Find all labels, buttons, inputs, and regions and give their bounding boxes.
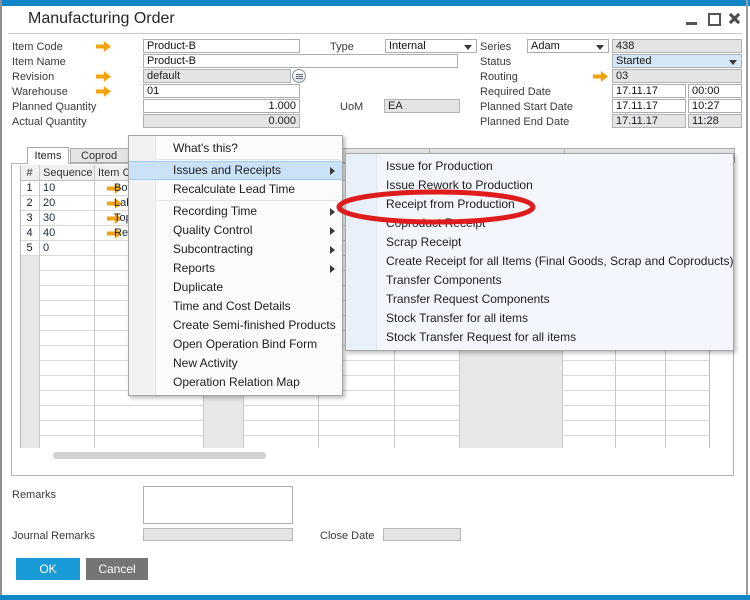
item-code-label: Item Code bbox=[12, 41, 63, 53]
red-circle-annotation bbox=[336, 189, 536, 225]
menu-item-issues-and-receipts[interactable]: Issues and Receipts bbox=[129, 161, 342, 180]
routing-link-arrow-icon[interactable] bbox=[593, 71, 608, 82]
revision-link-arrow-icon[interactable] bbox=[96, 71, 111, 82]
planned-end-date-field: 17.11.17 bbox=[612, 114, 686, 128]
context-menu: What's this? Issues and Receipts Recalcu… bbox=[128, 135, 343, 396]
submenu-arrow-icon bbox=[330, 246, 335, 254]
required-time-field[interactable]: 00:00 bbox=[688, 84, 742, 98]
menu-item-time-and-cost-details[interactable]: Time and Cost Details bbox=[129, 297, 342, 316]
status-label: Status bbox=[480, 56, 512, 68]
maximize-icon[interactable] bbox=[708, 13, 721, 26]
journal-remarks-label: Journal Remarks bbox=[12, 530, 96, 542]
revision-label: Revision bbox=[12, 71, 55, 83]
dropdown-caret-icon bbox=[729, 60, 737, 65]
minimize-icon[interactable] bbox=[686, 22, 697, 25]
close-icon[interactable] bbox=[728, 12, 741, 25]
submenu-arrow-icon bbox=[330, 167, 335, 175]
menu-item-recording-time[interactable]: Recording Time bbox=[129, 202, 342, 221]
submenu-arrow-icon bbox=[330, 265, 335, 273]
planned-start-time-field[interactable]: 10:27 bbox=[688, 99, 742, 113]
issues-and-receipts-submenu: Issue for Production Issue Rework to Pro… bbox=[345, 153, 734, 351]
uom-label: UoM bbox=[340, 101, 364, 113]
choose-from-list-icon[interactable] bbox=[292, 69, 306, 83]
submenu-item-issue-for-production[interactable]: Issue for Production bbox=[346, 157, 733, 176]
submenu-arrow-icon bbox=[330, 227, 335, 235]
planned-quantity-label: Planned Quantity bbox=[12, 101, 97, 113]
required-date-field[interactable]: 17.11.17 bbox=[612, 84, 686, 98]
titlebar-divider bbox=[8, 33, 742, 34]
submenu-item-create-receipt-for-all-items[interactable]: Create Receipt for all Items (Final Good… bbox=[346, 252, 733, 271]
menu-separator bbox=[159, 159, 339, 160]
grid-header-sequence: Sequence bbox=[43, 167, 93, 179]
series-dropdown[interactable]: Adam bbox=[527, 39, 609, 53]
series-label: Series bbox=[480, 41, 512, 53]
planned-quantity-field[interactable]: 1.000 bbox=[143, 99, 300, 113]
window-accent-bar-bottom bbox=[0, 595, 750, 600]
warehouse-field[interactable]: 01 bbox=[143, 84, 300, 98]
planned-end-time-field: 11:28 bbox=[688, 114, 742, 128]
menu-item-create-semi-finished-products[interactable]: Create Semi-finished Products bbox=[129, 316, 342, 335]
type-label: Type bbox=[330, 41, 354, 53]
item-name-field[interactable]: Product-B bbox=[143, 54, 458, 68]
window-title: Manufacturing Order bbox=[28, 10, 175, 27]
tab-items[interactable]: Items bbox=[27, 147, 69, 164]
tab-coproducts[interactable]: Coprod bbox=[81, 150, 117, 163]
window-border-left bbox=[0, 0, 2, 600]
revision-field[interactable]: default bbox=[143, 69, 291, 83]
menu-item-operation-relation-map[interactable]: Operation Relation Map bbox=[129, 373, 342, 392]
routing-field[interactable]: 03 bbox=[612, 69, 742, 83]
menu-item-whats-this[interactable]: What's this? bbox=[129, 139, 342, 158]
menu-item-recalculate-lead-time[interactable]: Recalculate Lead Time bbox=[129, 180, 342, 199]
menu-item-new-activity[interactable]: New Activity bbox=[129, 354, 342, 373]
dropdown-caret-icon bbox=[464, 45, 472, 50]
status-dropdown[interactable]: Started bbox=[612, 54, 742, 68]
submenu-item-transfer-components[interactable]: Transfer Components bbox=[346, 271, 733, 290]
window-border-right bbox=[746, 0, 748, 600]
window-accent-bar-top bbox=[0, 0, 750, 6]
required-date-label: Required Date bbox=[480, 86, 551, 98]
submenu-item-scrap-receipt[interactable]: Scrap Receipt bbox=[346, 233, 733, 252]
planned-start-date-field[interactable]: 17.11.17 bbox=[612, 99, 686, 113]
warehouse-link-arrow-icon[interactable] bbox=[96, 86, 111, 97]
uom-field: EA bbox=[384, 99, 460, 113]
horizontal-scrollbar[interactable] bbox=[53, 452, 266, 459]
menu-item-open-operation-bind-form[interactable]: Open Operation Bind Form bbox=[129, 335, 342, 354]
submenu-item-transfer-request-components[interactable]: Transfer Request Components bbox=[346, 290, 733, 309]
cancel-button[interactable]: Cancel bbox=[86, 558, 148, 580]
grid-header-num: # bbox=[26, 167, 33, 179]
item-name-label: Item Name bbox=[12, 56, 66, 68]
ok-button[interactable]: OK bbox=[16, 558, 80, 580]
menu-item-reports[interactable]: Reports bbox=[129, 259, 342, 278]
close-date-label: Close Date bbox=[320, 530, 375, 542]
item-code-field[interactable]: Product-B bbox=[143, 39, 300, 53]
menu-separator bbox=[159, 200, 339, 201]
remarks-label: Remarks bbox=[12, 489, 57, 501]
menu-item-duplicate[interactable]: Duplicate bbox=[129, 278, 342, 297]
routing-label: Routing bbox=[480, 71, 518, 83]
item-code-link-arrow-icon[interactable] bbox=[96, 41, 111, 52]
menu-item-quality-control[interactable]: Quality Control bbox=[129, 221, 342, 240]
close-date-field bbox=[383, 528, 461, 541]
submenu-item-stock-transfer-for-all-items[interactable]: Stock Transfer for all items bbox=[346, 309, 733, 328]
submenu-item-stock-transfer-request-for-all-items[interactable]: Stock Transfer Request for all items bbox=[346, 328, 733, 347]
menu-item-subcontracting[interactable]: Subcontracting bbox=[129, 240, 342, 259]
planned-start-date-label: Planned Start Date bbox=[480, 101, 573, 113]
warehouse-label: Warehouse bbox=[12, 86, 68, 98]
dropdown-caret-icon bbox=[596, 45, 604, 50]
journal-remarks-field bbox=[143, 528, 293, 541]
type-dropdown[interactable]: Internal bbox=[385, 39, 477, 53]
series-number-field: 438 bbox=[612, 39, 742, 53]
remarks-input[interactable] bbox=[143, 486, 293, 524]
actual-quantity-field: 0.000 bbox=[143, 114, 300, 128]
planned-end-date-label: Planned End Date bbox=[480, 116, 570, 128]
actual-quantity-label: Actual Quantity bbox=[12, 116, 87, 128]
manufacturing-order-window: Manufacturing Order Item Code Product-B … bbox=[0, 0, 750, 600]
